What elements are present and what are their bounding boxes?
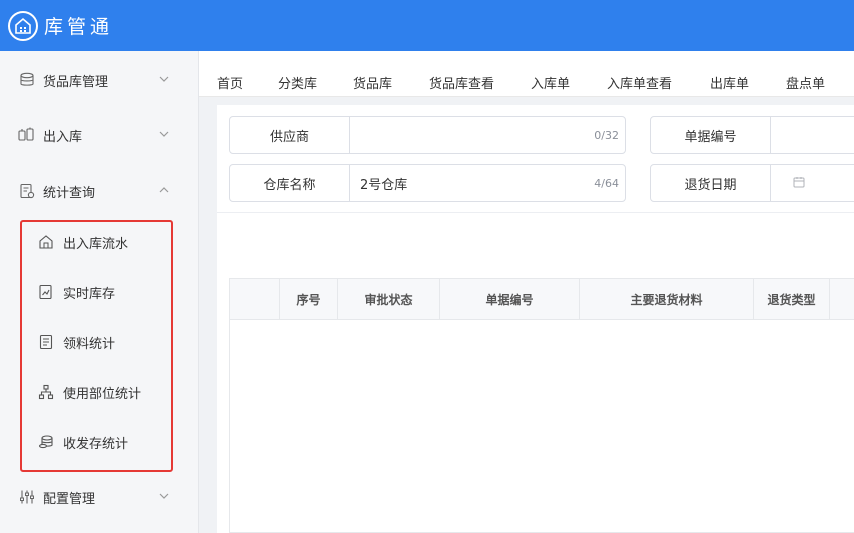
warehouse-label: 仓库名称	[230, 165, 350, 201]
column-header-select[interactable]	[230, 279, 280, 320]
sidebar-group-in-out[interactable]: 出入库	[0, 115, 199, 155]
database-icon	[18, 71, 36, 89]
tab-goods-library-view[interactable]: 货品库查看	[429, 73, 494, 92]
org-chart-icon	[37, 383, 55, 401]
chevron-down-icon	[159, 131, 169, 137]
warehouse-icon	[37, 233, 55, 251]
sidebar-item-in-out-flow[interactable]: 出入库流水	[22, 222, 170, 262]
tab-stocktake-order[interactable]: 盘点单	[786, 73, 825, 92]
sidebar-item-label: 出入库流水	[63, 236, 129, 252]
sidebar-item-receive-issue-stats[interactable]: 收发存统计	[22, 422, 170, 462]
sidebar: 货品库管理 出入库 统计查询 出入库流水 实时库存 领料统计 使用部位统计 收发…	[0, 51, 199, 533]
table-header: 序号 审批状态 单据编号 主要退货材料 退货类型	[230, 279, 854, 320]
chevron-down-icon	[159, 76, 169, 82]
sidebar-group-config[interactable]: 配置管理	[0, 477, 199, 517]
tab-goods-library[interactable]: 货品库	[353, 73, 392, 92]
inventory-icon	[37, 283, 55, 301]
sidebar-item-realtime-stock[interactable]: 实时库存	[22, 272, 170, 312]
sidebar-item-label: 收发存统计	[63, 436, 129, 452]
doc-no-field: 单据编号	[650, 116, 854, 154]
column-header-index[interactable]: 序号	[280, 279, 338, 320]
supplier-field: 供应商 0/32	[229, 116, 626, 154]
tab-category-library[interactable]: 分类库	[278, 73, 317, 92]
sidebar-group-statistics[interactable]: 统计查询	[0, 171, 199, 211]
return-date-input[interactable]	[771, 165, 854, 201]
tab-outbound-order[interactable]: 出库单	[710, 73, 749, 92]
sidebar-item-label: 实时库存	[63, 286, 116, 302]
sidebar-item-material-stats[interactable]: 领料统计	[22, 322, 170, 362]
column-header-approval-status[interactable]: 审批状态	[338, 279, 440, 320]
column-header-doc-no[interactable]: 单据编号	[440, 279, 580, 320]
sidebar-group-label: 配置管理	[43, 491, 96, 507]
sidebar-group-goods-library[interactable]: 货品库管理	[0, 60, 199, 100]
logo-house-icon	[8, 10, 38, 41]
report-icon	[18, 182, 36, 200]
calendar-icon	[793, 176, 805, 192]
return-table: 序号 审批状态 单据编号 主要退货材料 退货类型	[229, 278, 854, 533]
document-icon	[37, 333, 55, 351]
warehouse-char-count: 4/64	[594, 177, 619, 190]
tab-inbound-order[interactable]: 入库单	[531, 73, 570, 92]
app-title: 库管通	[44, 16, 114, 38]
return-date-label: 退货日期	[651, 165, 771, 201]
supplier-input[interactable]: 0/32	[350, 117, 625, 153]
doc-no-input[interactable]	[771, 117, 854, 153]
warehouse-value: 2号仓库	[360, 177, 408, 193]
warehouse-input[interactable]: 2号仓库 4/64	[350, 165, 625, 201]
tab-inbound-order-view[interactable]: 入库单查看	[607, 73, 672, 92]
coins-icon	[37, 433, 55, 451]
column-header-main-material[interactable]: 主要退货材料	[580, 279, 754, 320]
sidebar-group-label: 货品库管理	[43, 74, 109, 90]
exchange-icon	[18, 126, 36, 144]
chevron-up-icon	[159, 187, 169, 193]
sidebar-item-label: 领料统计	[63, 336, 116, 352]
warehouse-field: 仓库名称 2号仓库 4/64	[229, 164, 626, 202]
settings-sliders-icon	[18, 488, 36, 506]
tab-bar: 首页 分类库 货品库 货品库查看 入库单 入库单查看 出库单 盘点单	[199, 51, 854, 97]
sidebar-group-label: 出入库	[43, 129, 83, 145]
top-bar: 库管通	[0, 0, 854, 51]
return-date-field: 退货日期	[650, 164, 854, 202]
filter-form: 供应商 0/32 单据编号 仓库名称 2号仓库 4/64 退货日期	[217, 105, 854, 213]
supplier-label: 供应商	[230, 117, 350, 153]
sidebar-item-usage-location-stats[interactable]: 使用部位统计	[22, 372, 170, 412]
tab-home[interactable]: 首页	[217, 73, 243, 92]
chevron-down-icon	[159, 493, 169, 499]
doc-no-label: 单据编号	[651, 117, 771, 153]
supplier-char-count: 0/32	[594, 129, 619, 142]
sidebar-group-label: 统计查询	[43, 185, 96, 201]
sidebar-item-label: 使用部位统计	[63, 386, 142, 402]
column-header-return-type[interactable]: 退货类型	[754, 279, 830, 320]
